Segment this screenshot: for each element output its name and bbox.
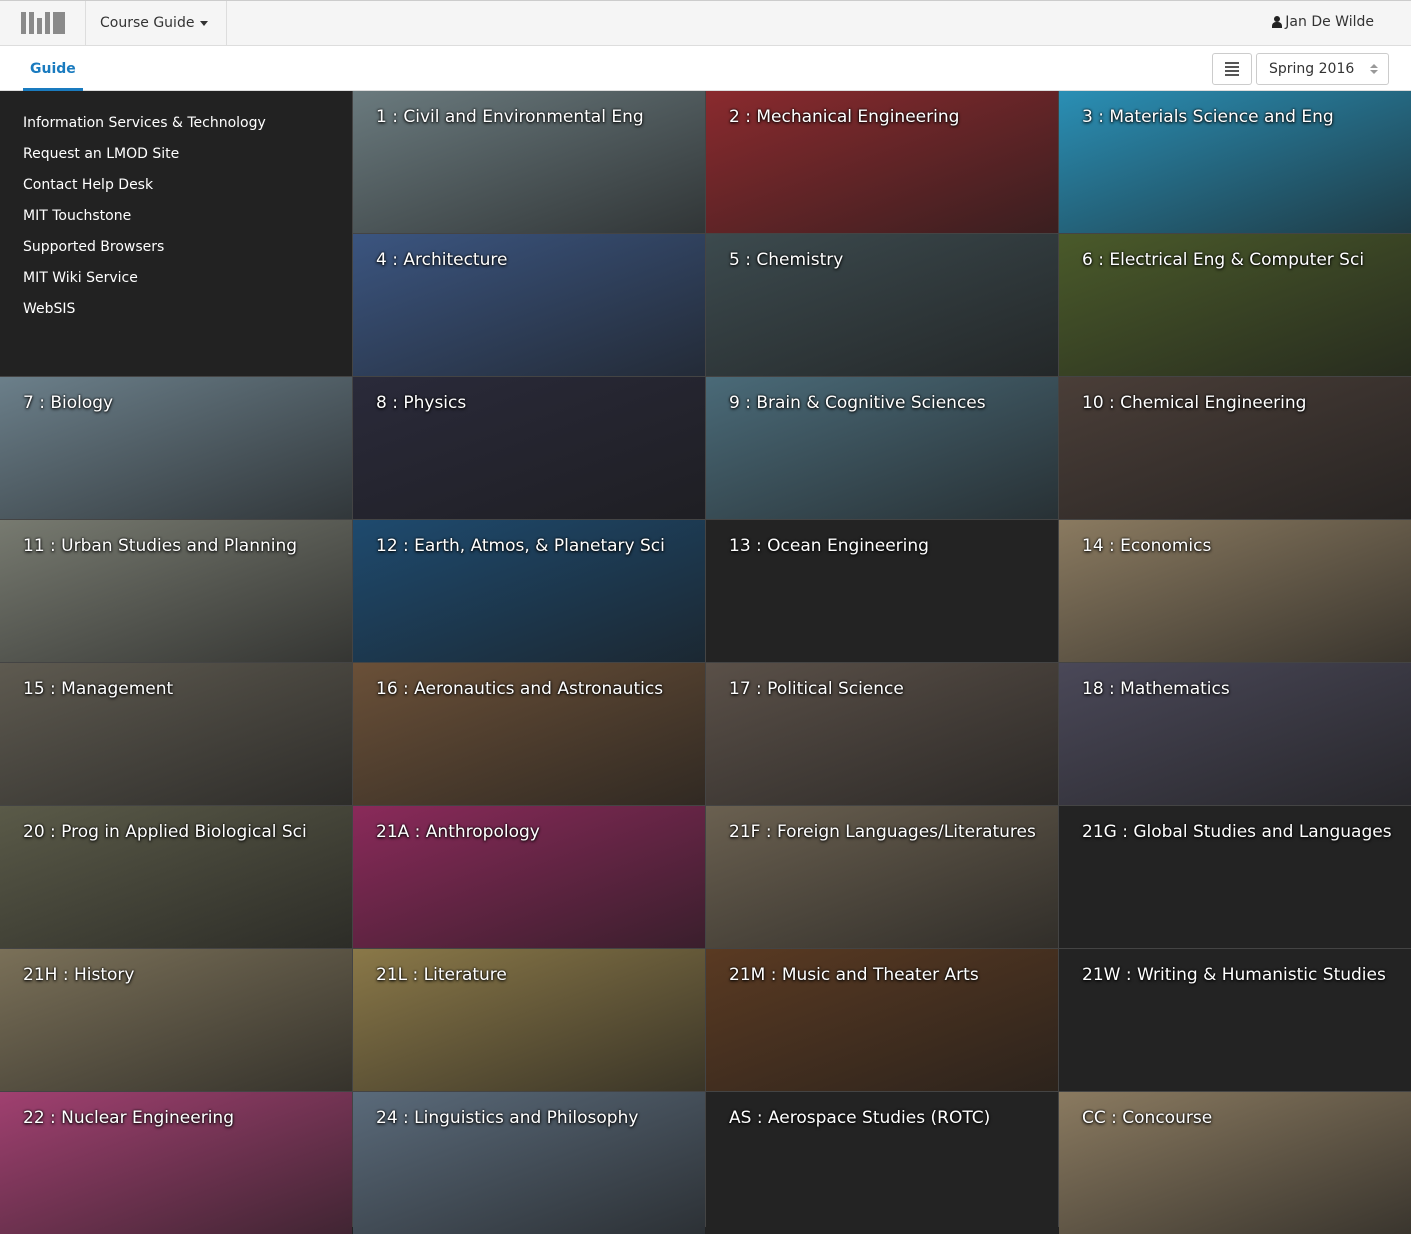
tab-bar: Guide Spring 2016 bbox=[0, 46, 1411, 91]
course-tile-label: 21H : History bbox=[23, 965, 135, 985]
course-tile[interactable]: 8 : Physics bbox=[353, 377, 705, 519]
course-tile[interactable]: 21W : Writing & Humanistic Studies bbox=[1059, 949, 1411, 1091]
user-name: Jan De Wilde bbox=[1285, 14, 1374, 30]
course-tile[interactable]: 3 : Materials Science and Eng bbox=[1059, 91, 1411, 233]
user-icon bbox=[1272, 16, 1283, 28]
course-tile-label: 21M : Music and Theater Arts bbox=[729, 965, 979, 985]
course-tile[interactable]: CC : Concourse bbox=[1059, 1092, 1411, 1234]
course-tile[interactable]: 17 : Political Science bbox=[706, 663, 1058, 805]
course-tile[interactable]: 21L : Literature bbox=[353, 949, 705, 1091]
course-tile-label: 1 : Civil and Environmental Eng bbox=[376, 107, 644, 127]
mit-logo[interactable] bbox=[0, 0, 86, 46]
sidebar-link-helpdesk[interactable]: Contact Help Desk bbox=[23, 177, 352, 208]
course-tile[interactable]: 21G : Global Studies and Languages bbox=[1059, 806, 1411, 948]
course-tile-label: 12 : Earth, Atmos, & Planetary Sci bbox=[376, 536, 665, 556]
course-tile-label: 14 : Economics bbox=[1082, 536, 1212, 556]
course-tile-label: 16 : Aeronautics and Astronautics bbox=[376, 679, 664, 699]
sidebar-link-browsers[interactable]: Supported Browsers bbox=[23, 239, 352, 270]
course-tile-label: 21G : Global Studies and Languages bbox=[1082, 822, 1392, 842]
term-selected: Spring 2016 bbox=[1269, 61, 1355, 77]
course-tile[interactable]: 21A : Anthropology bbox=[353, 806, 705, 948]
course-tile[interactable]: 4 : Architecture bbox=[353, 234, 705, 376]
course-tile-label: 5 : Chemistry bbox=[729, 250, 844, 270]
course-tile[interactable]: 20 : Prog in Applied Biological Sci bbox=[0, 806, 352, 948]
course-tile-label: 21L : Literature bbox=[376, 965, 507, 985]
course-tile[interactable]: 11 : Urban Studies and Planning bbox=[0, 520, 352, 662]
course-tile-label: AS : Aerospace Studies (ROTC) bbox=[729, 1108, 991, 1128]
user-menu[interactable]: Jan De Wilde bbox=[1272, 14, 1374, 30]
course-tile-label: 21F : Foreign Languages/Literatures bbox=[729, 822, 1036, 842]
course-tile[interactable]: 7 : Biology bbox=[0, 377, 352, 519]
sidebar-link-websis[interactable]: WebSIS bbox=[23, 301, 352, 332]
course-tile-label: 21A : Anthropology bbox=[376, 822, 540, 842]
course-grid: Information Services & Technology Reques… bbox=[0, 91, 1411, 1234]
course-tile[interactable]: 22 : Nuclear Engineering bbox=[0, 1092, 352, 1234]
course-tile[interactable]: 2 : Mechanical Engineering bbox=[706, 91, 1058, 233]
sidebar-link-touchstone[interactable]: MIT Touchstone bbox=[23, 208, 352, 239]
course-tile-label: 21W : Writing & Humanistic Studies bbox=[1082, 965, 1386, 985]
course-tile[interactable]: 21H : History bbox=[0, 949, 352, 1091]
course-tile[interactable]: 21M : Music and Theater Arts bbox=[706, 949, 1058, 1091]
list-view-button[interactable] bbox=[1212, 53, 1252, 85]
course-tile-label: 17 : Political Science bbox=[729, 679, 904, 699]
course-tile[interactable]: 13 : Ocean Engineering bbox=[706, 520, 1058, 662]
course-tile[interactable]: AS : Aerospace Studies (ROTC) bbox=[706, 1092, 1058, 1234]
course-tile-label: 18 : Mathematics bbox=[1082, 679, 1230, 699]
course-tile-label: 10 : Chemical Engineering bbox=[1082, 393, 1307, 413]
sidebar: Information Services & Technology Reques… bbox=[0, 91, 352, 376]
course-tile[interactable]: 5 : Chemistry bbox=[706, 234, 1058, 376]
course-tile-label: 8 : Physics bbox=[376, 393, 467, 413]
course-tile[interactable]: 15 : Management bbox=[0, 663, 352, 805]
sidebar-link-wiki[interactable]: MIT Wiki Service bbox=[23, 270, 352, 301]
course-tile[interactable]: 14 : Economics bbox=[1059, 520, 1411, 662]
course-tile-label: 15 : Management bbox=[23, 679, 174, 699]
tab-guide[interactable]: Guide bbox=[23, 46, 83, 91]
course-tile[interactable]: 1 : Civil and Environmental Eng bbox=[353, 91, 705, 233]
sidebar-link-lmod[interactable]: Request an LMOD Site bbox=[23, 146, 352, 177]
course-tile-label: 20 : Prog in Applied Biological Sci bbox=[23, 822, 307, 842]
course-tile-label: 24 : Linguistics and Philosophy bbox=[376, 1108, 639, 1128]
course-tile[interactable]: 10 : Chemical Engineering bbox=[1059, 377, 1411, 519]
course-tile-label: 9 : Brain & Cognitive Sciences bbox=[729, 393, 986, 413]
course-tile-label: 13 : Ocean Engineering bbox=[729, 536, 929, 556]
course-tile[interactable]: 9 : Brain & Cognitive Sciences bbox=[706, 377, 1058, 519]
course-tile[interactable]: 12 : Earth, Atmos, & Planetary Sci bbox=[353, 520, 705, 662]
course-tile[interactable]: 24 : Linguistics and Philosophy bbox=[353, 1092, 705, 1234]
course-tile[interactable]: 6 : Electrical Eng & Computer Sci bbox=[1059, 234, 1411, 376]
course-tile-label: 2 : Mechanical Engineering bbox=[729, 107, 960, 127]
list-icon bbox=[1225, 62, 1239, 64]
course-tile-label: CC : Concourse bbox=[1082, 1108, 1213, 1128]
course-tile-label: 3 : Materials Science and Eng bbox=[1082, 107, 1334, 127]
caret-down-icon bbox=[200, 20, 209, 26]
top-navbar: Course Guide Jan De Wilde bbox=[0, 0, 1411, 46]
course-tile-label: 11 : Urban Studies and Planning bbox=[23, 536, 298, 556]
sidebar-link-ist[interactable]: Information Services & Technology bbox=[23, 115, 352, 146]
app-name: Course Guide bbox=[100, 15, 195, 31]
course-tile-label: 22 : Nuclear Engineering bbox=[23, 1108, 234, 1128]
course-tile-label: 6 : Electrical Eng & Computer Sci bbox=[1082, 250, 1365, 270]
term-select[interactable]: Spring 2016 bbox=[1256, 53, 1389, 85]
course-tile-label: 4 : Architecture bbox=[376, 250, 508, 270]
course-tile[interactable]: 21F : Foreign Languages/Literatures bbox=[706, 806, 1058, 948]
course-tile[interactable]: 16 : Aeronautics and Astronautics bbox=[353, 663, 705, 805]
course-tile-label: 7 : Biology bbox=[23, 393, 114, 413]
course-guide-menu[interactable]: Course Guide bbox=[86, 0, 228, 46]
course-tile[interactable]: 18 : Mathematics bbox=[1059, 663, 1411, 805]
